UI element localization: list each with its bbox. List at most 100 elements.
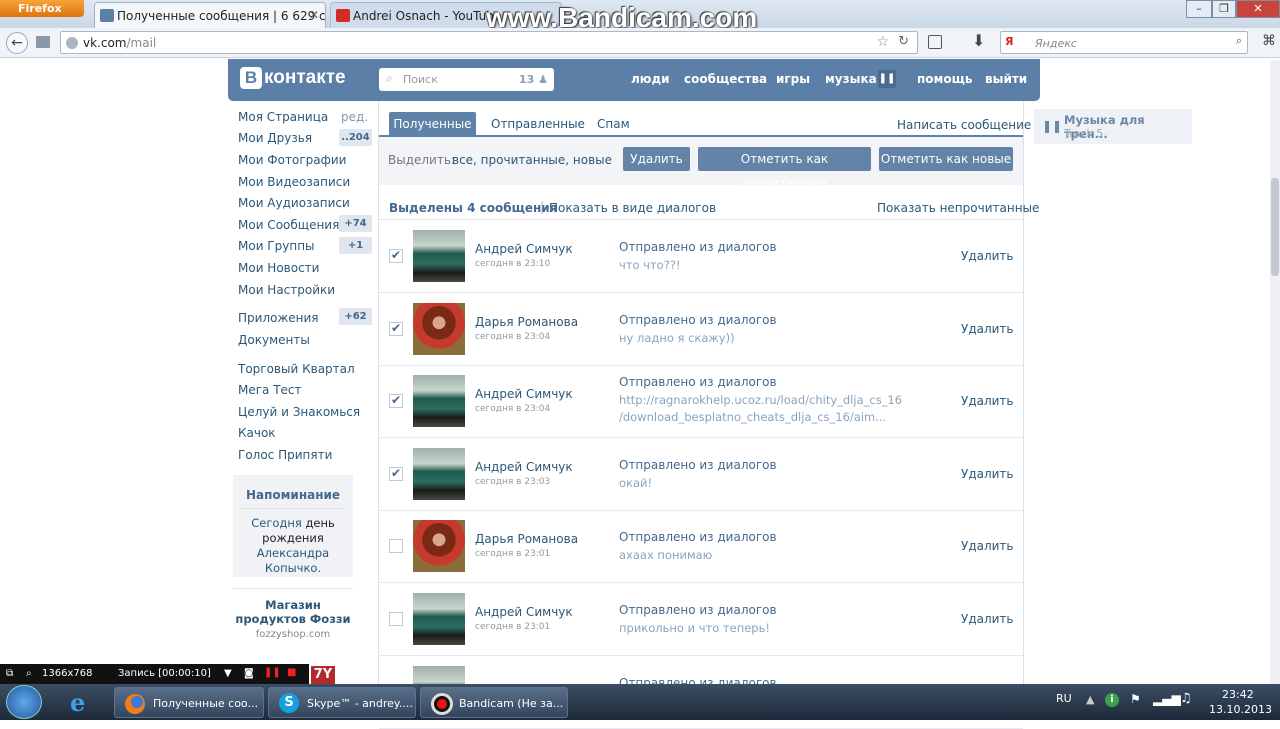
sidebar-item-audio[interactable]: Мои Аудиозаписи	[238, 193, 350, 213]
bookmarks-icon[interactable]	[36, 36, 50, 48]
sender-name[interactable]: Андрей Симчук	[475, 242, 573, 256]
message-row[interactable]: ✔ Андрей Симчук сегодня в 23:04 Отправлено …	[379, 365, 1023, 439]
delete-link[interactable]: Удалить	[961, 249, 1014, 263]
sender-name[interactable]: Андрей Симчук	[475, 387, 573, 401]
pause-icon[interactable]: ❚❚	[1042, 119, 1062, 133]
network-icon[interactable]: ▂▄▆	[1153, 692, 1181, 706]
tray-arrow-icon[interactable]: ▲	[1086, 693, 1094, 706]
message-preview[interactable]: что что??!	[619, 257, 919, 274]
ad-block[interactable]: Магазин продуктов Фоззи fozzyshop.com	[233, 598, 353, 642]
show-dialogs-link[interactable]: Показать в виде диалогов	[549, 201, 716, 215]
message-checkbox[interactable]: ✔	[389, 249, 403, 263]
maximize-icon[interactable]: ❐	[1212, 0, 1236, 18]
sidebar-item-news[interactable]: Мои Новости	[238, 258, 319, 278]
message-preview[interactable]: прикольно и что теперь!	[619, 620, 919, 637]
pause-icon[interactable]: ❚❚	[264, 667, 281, 678]
message-row[interactable]: ✔ Андрей Симчук сегодня в 23:10 Отправлено …	[379, 220, 1023, 293]
avatar[interactable]	[413, 302, 465, 355]
taskbar-skype[interactable]: S Skype™ - andrey....	[268, 687, 416, 718]
avatar[interactable]	[413, 375, 465, 428]
tab-spam[interactable]: Спам	[597, 117, 630, 131]
message-preview[interactable]: ахаах понимаю	[619, 547, 919, 564]
message-row[interactable]: ✔ Дарья Романова сегодня в 23:04 Отправлено…	[379, 293, 1023, 366]
show-unread-link[interactable]: Показать непрочитанные	[877, 201, 1039, 215]
vk-search-input[interactable]: ⌕ Поиск 13 ♟	[379, 68, 554, 91]
sidebar-item-messages[interactable]: Мои Сообщения	[238, 215, 339, 235]
sender-name[interactable]: Дарья Романова	[475, 315, 578, 329]
sidebar-item-app-4[interactable]: Качок	[238, 423, 276, 443]
start-icon[interactable]	[6, 685, 42, 719]
sidebar-item-apps[interactable]: Приложения	[238, 308, 319, 328]
dropdown-icon[interactable]: ▼	[224, 668, 232, 679]
sidebar-item-my-page[interactable]: Моя Страница	[238, 107, 328, 127]
message-checkbox[interactable]	[389, 539, 403, 554]
mark-new-button[interactable]: Отметить как новые	[879, 147, 1013, 171]
info-icon[interactable]: i	[1105, 693, 1119, 707]
scrollbar[interactable]	[1270, 60, 1280, 684]
search-input[interactable]: Я Яндекс ⌕	[1000, 31, 1248, 54]
friends-badge[interactable]: ..204	[339, 129, 372, 146]
taskbar-bandicam[interactable]: Bandicam (Не за...	[420, 687, 568, 718]
reminder-today-link[interactable]: Сегодня	[251, 516, 302, 530]
sender-name[interactable]: Андрей Симчук	[475, 460, 573, 474]
delete-link[interactable]: Удалить	[961, 612, 1014, 626]
tab-sent[interactable]: Отправленные	[491, 117, 585, 131]
delete-link[interactable]: Удалить	[961, 467, 1014, 481]
menu-icon[interactable]: ⌘	[1262, 33, 1276, 49]
nav-games[interactable]: игры	[776, 72, 810, 86]
url-bar[interactable]: vk.com/mail ☆ ↻	[60, 31, 918, 54]
nav-logout[interactable]: выйти	[985, 72, 1027, 86]
message-row[interactable]: Андрей Симчук сегодня в 23:01 Отправлено и…	[379, 583, 1023, 656]
sidebar-item-app-5[interactable]: Голос Припяти	[238, 445, 332, 465]
nav-people[interactable]: люди	[631, 72, 670, 86]
search-icon[interactable]: ⌕	[1236, 34, 1242, 48]
mark-read-button[interactable]: Отметить как прочитанные	[698, 147, 871, 190]
nav-music[interactable]: музыка	[825, 72, 877, 86]
messages-badge[interactable]: +74	[339, 215, 372, 232]
message-checkbox[interactable]	[389, 612, 403, 626]
star-icon[interactable]: ☆	[876, 34, 889, 50]
zoom-icon[interactable]: ⌕	[26, 668, 32, 679]
window-close-icon[interactable]: ✕	[1236, 0, 1280, 18]
sender-name[interactable]: Андрей Симчук	[475, 605, 573, 619]
sidebar-item-documents[interactable]: Документы	[238, 330, 310, 350]
avatar[interactable]	[413, 230, 465, 282]
sidebar-item-photos[interactable]: Мои Фотографии	[238, 150, 346, 170]
message-subject[interactable]: Отправлено из диалогов	[619, 313, 777, 327]
language-indicator[interactable]: RU	[1056, 692, 1072, 705]
reminder-person-link[interactable]: Александра	[257, 546, 329, 560]
message-checkbox[interactable]: ✔	[389, 321, 403, 336]
firefox-menu-button[interactable]: Firefox	[0, 0, 84, 17]
message-subject[interactable]: Отправлено из диалогов	[619, 375, 777, 389]
tab-inbox[interactable]: Полученные	[389, 112, 476, 136]
message-preview[interactable]: http://ragnarokhelp.ucoz.ru/load/chity_d…	[619, 392, 919, 426]
message-row[interactable]: ✔ Андрей Симчук сегодня в 23:03 Отправлено …	[379, 438, 1023, 511]
pause-icon[interactable]: ❚❚	[878, 70, 896, 88]
sidebar-item-groups[interactable]: Мои Группы	[238, 236, 315, 256]
close-icon[interactable]: ✕	[309, 8, 319, 22]
delete-link[interactable]: Удалить	[961, 539, 1014, 553]
window-icon[interactable]: ⧉	[6, 668, 13, 679]
groups-badge[interactable]: +1	[339, 237, 372, 254]
nav-help[interactable]: помощь	[917, 72, 972, 86]
sidebar-item-settings[interactable]: Мои Настройки	[238, 280, 335, 300]
sender-name[interactable]: Дарья Романова	[475, 532, 578, 546]
message-row[interactable]: Дарья Романова сегодня в 23:01 Отправлено …	[379, 510, 1023, 584]
avatar[interactable]	[413, 520, 465, 573]
message-checkbox[interactable]: ✔	[389, 394, 403, 409]
sidebar-item-friends[interactable]: Мои Друзья	[238, 128, 312, 148]
sidebar-item-app-3[interactable]: Целуй и Знакомься	[238, 402, 360, 422]
vk-logo[interactable]: Вконтакте	[240, 67, 346, 89]
reminder-person-surname[interactable]: Копычко.	[265, 561, 321, 575]
download-icon[interactable]: ⬇	[972, 31, 985, 50]
message-subject[interactable]: Отправлено из диалогов	[619, 530, 777, 544]
message-subject[interactable]: Отправлено из диалогов	[619, 240, 777, 254]
ie-icon[interactable]: e	[70, 688, 85, 717]
message-checkbox[interactable]: ✔	[389, 466, 403, 481]
taskbar-firefox[interactable]: Полученные соо...	[114, 687, 264, 718]
reload-icon[interactable]: ↻	[898, 34, 909, 49]
avatar[interactable]	[413, 593, 465, 645]
edit-link[interactable]: ред.	[341, 107, 368, 127]
volume-icon[interactable]: ♫	[1180, 691, 1192, 706]
app-icon[interactable]	[928, 35, 942, 49]
